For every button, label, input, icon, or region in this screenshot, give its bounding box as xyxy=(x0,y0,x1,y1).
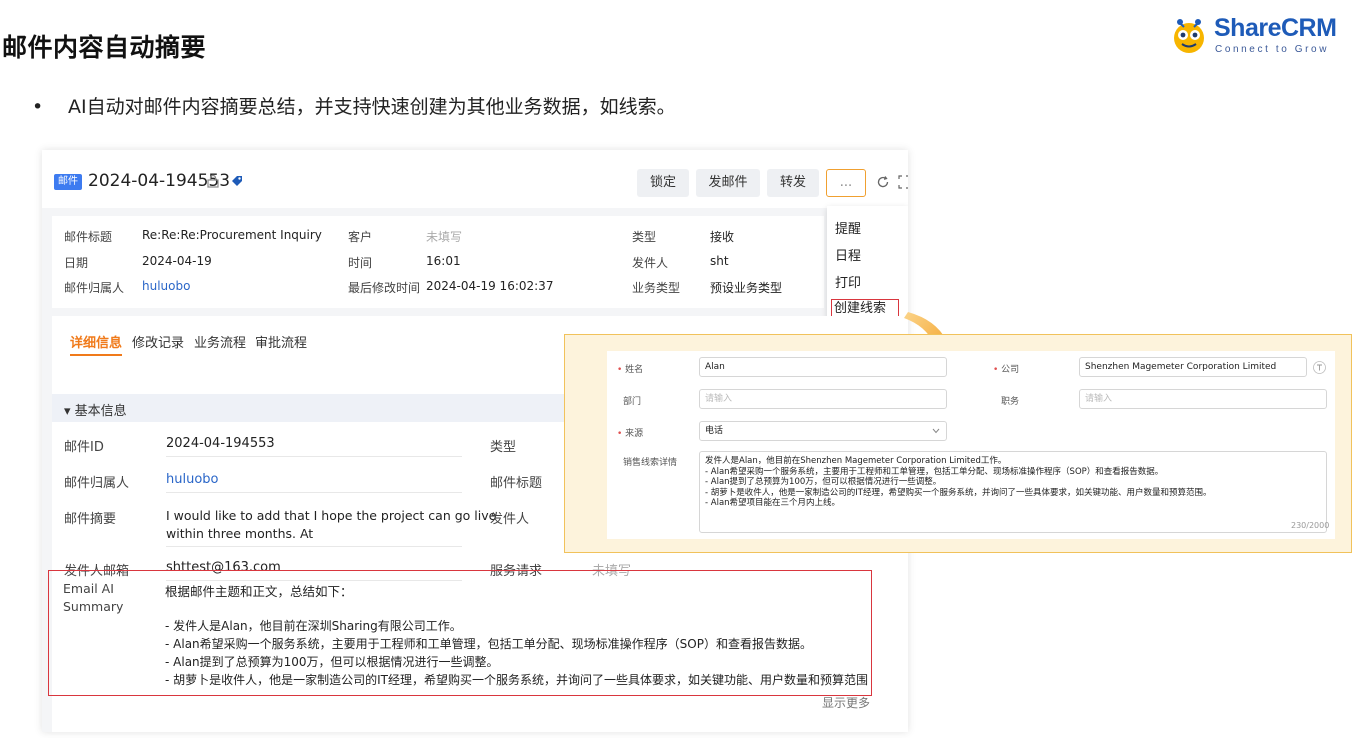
owner-label: 邮件归属人 xyxy=(64,281,125,295)
customer-value: 未填写 xyxy=(426,230,463,244)
fullscreen-icon[interactable] xyxy=(898,175,908,189)
lead-detail-label: 销售线索详情 xyxy=(623,458,678,468)
menu-item-schedule[interactable]: 日程 xyxy=(835,245,861,264)
field-subject-label: 邮件标题 xyxy=(490,476,543,491)
ai-summary-line: - 发件人是Alan，他目前在深圳Sharing有限公司工作。 xyxy=(165,619,462,633)
lead-detail-line: - Alan希望采购一个服务系统，主要用于工程师和工单管理，包括工单分配、现场标… xyxy=(705,466,1164,477)
lead-dept-input[interactable]: 请输入 xyxy=(699,389,947,409)
email-summary-label: 邮件摘要 xyxy=(64,512,117,527)
email-id-value: 2024-04-194553 xyxy=(166,436,275,451)
lead-detail-char-count: 230/2000 xyxy=(1291,521,1330,530)
sender-label: 发件人 xyxy=(632,256,669,270)
row-divider xyxy=(166,546,462,547)
ai-summary-line: - Alan希望采购一个服务系统，主要用于工程师和工单管理，包括工单分配、现场标… xyxy=(165,637,812,651)
tab-approval-flow[interactable]: 审批流程 xyxy=(255,332,307,351)
email-id-label: 邮件ID xyxy=(64,440,104,455)
tab-biz-flow[interactable]: 业务流程 xyxy=(194,332,246,351)
ai-summary-label-2: Summary xyxy=(63,599,124,614)
logo-mascot-icon xyxy=(1174,19,1204,53)
lock-icon[interactable] xyxy=(206,174,220,188)
menu-item-print[interactable]: 打印 xyxy=(835,272,861,291)
lead-title-label: 职务 xyxy=(1001,397,1020,407)
forward-button[interactable]: 转发 xyxy=(767,169,819,197)
email-info-block: 邮件标题 Re:Re:Re:Procurement Inquiry 日期 202… xyxy=(52,216,824,308)
lead-detail-line: - Alan提到了总预算为100万，但可以根据情况进行一些调整。 xyxy=(705,477,942,487)
lead-source-value: 电话 xyxy=(705,426,724,436)
email-owner-label: 邮件归属人 xyxy=(64,476,130,491)
modified-value: 2024-04-19 16:02:37 xyxy=(426,279,554,293)
sender-value: sht xyxy=(710,254,729,268)
active-tab-indicator xyxy=(70,354,122,356)
subject-value: Re:Re:Re:Procurement Inquiry xyxy=(142,228,322,242)
owner-link[interactable]: huluobo xyxy=(142,279,190,293)
customer-label: 客户 xyxy=(348,230,373,244)
subject-label: 邮件标题 xyxy=(64,230,113,244)
ai-summary-intro: 根据邮件主题和正文，总结如下： xyxy=(165,584,353,599)
lead-company-input[interactable]: Shenzhen Magemeter Corporation Limited xyxy=(1079,357,1307,377)
lead-source-select[interactable]: 电话 xyxy=(699,421,947,441)
lead-company-label-text: 公司 xyxy=(1001,365,1020,375)
ai-summary-line: - Alan提到了总预算为100万，但可以根据情况进行一些调整。 xyxy=(165,655,499,669)
field-type-label: 类型 xyxy=(490,440,517,455)
email-summary-line1: I would like to add that I hope the proj… xyxy=(166,508,497,523)
bullet-dot: • xyxy=(32,96,44,118)
more-dropdown-menu: 提醒 日程 打印 创建线索 xyxy=(827,206,908,324)
company-lookup-icon[interactable] xyxy=(1313,361,1326,374)
time-label: 时间 xyxy=(348,256,373,270)
row-divider xyxy=(166,456,462,457)
slide-title: 邮件内容自动摘要 xyxy=(2,33,207,62)
lead-detail-textarea[interactable]: 发件人是Alan，他目前在Shenzhen Magemeter Corporat… xyxy=(699,451,1327,533)
chevron-down-icon xyxy=(932,428,940,434)
lead-company-label: • 公司 xyxy=(993,365,1020,375)
lead-title-input[interactable]: 请输入 xyxy=(1079,389,1327,409)
lead-source-label-text: 来源 xyxy=(625,429,644,439)
time-value: 16:01 xyxy=(426,254,461,268)
type-value: 接收 xyxy=(710,230,735,244)
date-label: 日期 xyxy=(64,256,89,270)
tab-detail-info[interactable]: 详细信息 xyxy=(70,332,122,351)
lead-dept-label: 部门 xyxy=(623,397,642,407)
biz-type-label: 业务类型 xyxy=(632,281,681,295)
lock-button[interactable]: 锁定 xyxy=(637,169,689,197)
lead-detail-line: - 胡萝卜是收件人，他是一家制造公司的IT经理，希望购买一个服务系统，并询问了一… xyxy=(705,487,1212,498)
email-type-badge: 邮件 xyxy=(54,174,82,190)
field-sender-label: 发件人 xyxy=(490,512,530,527)
email-owner-link[interactable]: huluobo xyxy=(166,472,219,487)
email-header: 邮件 2024-04-194553 锁定 发邮件 转发 ... xyxy=(42,150,908,208)
lead-detail-line: - Alan希望项目能在三个月内上线。 xyxy=(705,498,841,508)
tab-change-log[interactable]: 修改记录 xyxy=(132,332,184,351)
lead-name-label: • 姓名 xyxy=(617,365,644,375)
lead-name-input[interactable]: Alan xyxy=(699,357,947,377)
biz-type-value: 预设业务类型 xyxy=(710,281,783,295)
row-divider xyxy=(166,492,462,493)
ai-summary-label-1: Email AI xyxy=(63,581,114,596)
bullet-text: AI自动对邮件内容摘要总结，并支持快速创建为其他业务数据，如线索。 xyxy=(68,96,676,118)
date-value: 2024-04-19 xyxy=(142,254,212,268)
more-button[interactable]: ... xyxy=(826,169,866,197)
logo-name: ShareCRM xyxy=(1214,14,1337,42)
email-summary-line2: within three months. At xyxy=(166,526,314,541)
section-basic-label: ▾ 基本信息 xyxy=(64,404,127,419)
sharecrm-logo: ShareCRM Connect to Grow xyxy=(1168,12,1348,60)
logo-tagline: Connect to Grow xyxy=(1215,44,1330,55)
ai-summary-box: Email AI Summary 根据邮件主题和正文，总结如下： - 发件人是A… xyxy=(48,570,872,696)
modified-label: 最后修改时间 xyxy=(348,281,421,295)
show-more-link[interactable]: 显示更多 xyxy=(822,694,870,711)
lead-name-label-text: 姓名 xyxy=(625,365,644,375)
lead-form: • 姓名 Alan • 公司 Shenzhen Magemeter Corpor… xyxy=(607,351,1335,539)
type-label: 类型 xyxy=(632,230,657,244)
create-lead-form-panel: • 姓名 Alan • 公司 Shenzhen Magemeter Corpor… xyxy=(564,334,1352,553)
send-email-button[interactable]: 发邮件 xyxy=(696,169,760,197)
tag-icon[interactable] xyxy=(230,174,244,188)
menu-item-reminder[interactable]: 提醒 xyxy=(835,218,861,237)
refresh-icon[interactable] xyxy=(876,175,890,189)
lead-source-label: • 来源 xyxy=(617,429,644,439)
lead-detail-line: 发件人是Alan，他目前在Shenzhen Magemeter Corporat… xyxy=(705,456,1007,466)
bullet-point: • AI自动对邮件内容摘要总结，并支持快速创建为其他业务数据，如线索。 xyxy=(32,92,676,119)
ai-summary-line: - 胡萝卜是收件人，他是一家制造公司的IT经理，希望购买一个服务系统，并询问了一… xyxy=(165,673,869,687)
